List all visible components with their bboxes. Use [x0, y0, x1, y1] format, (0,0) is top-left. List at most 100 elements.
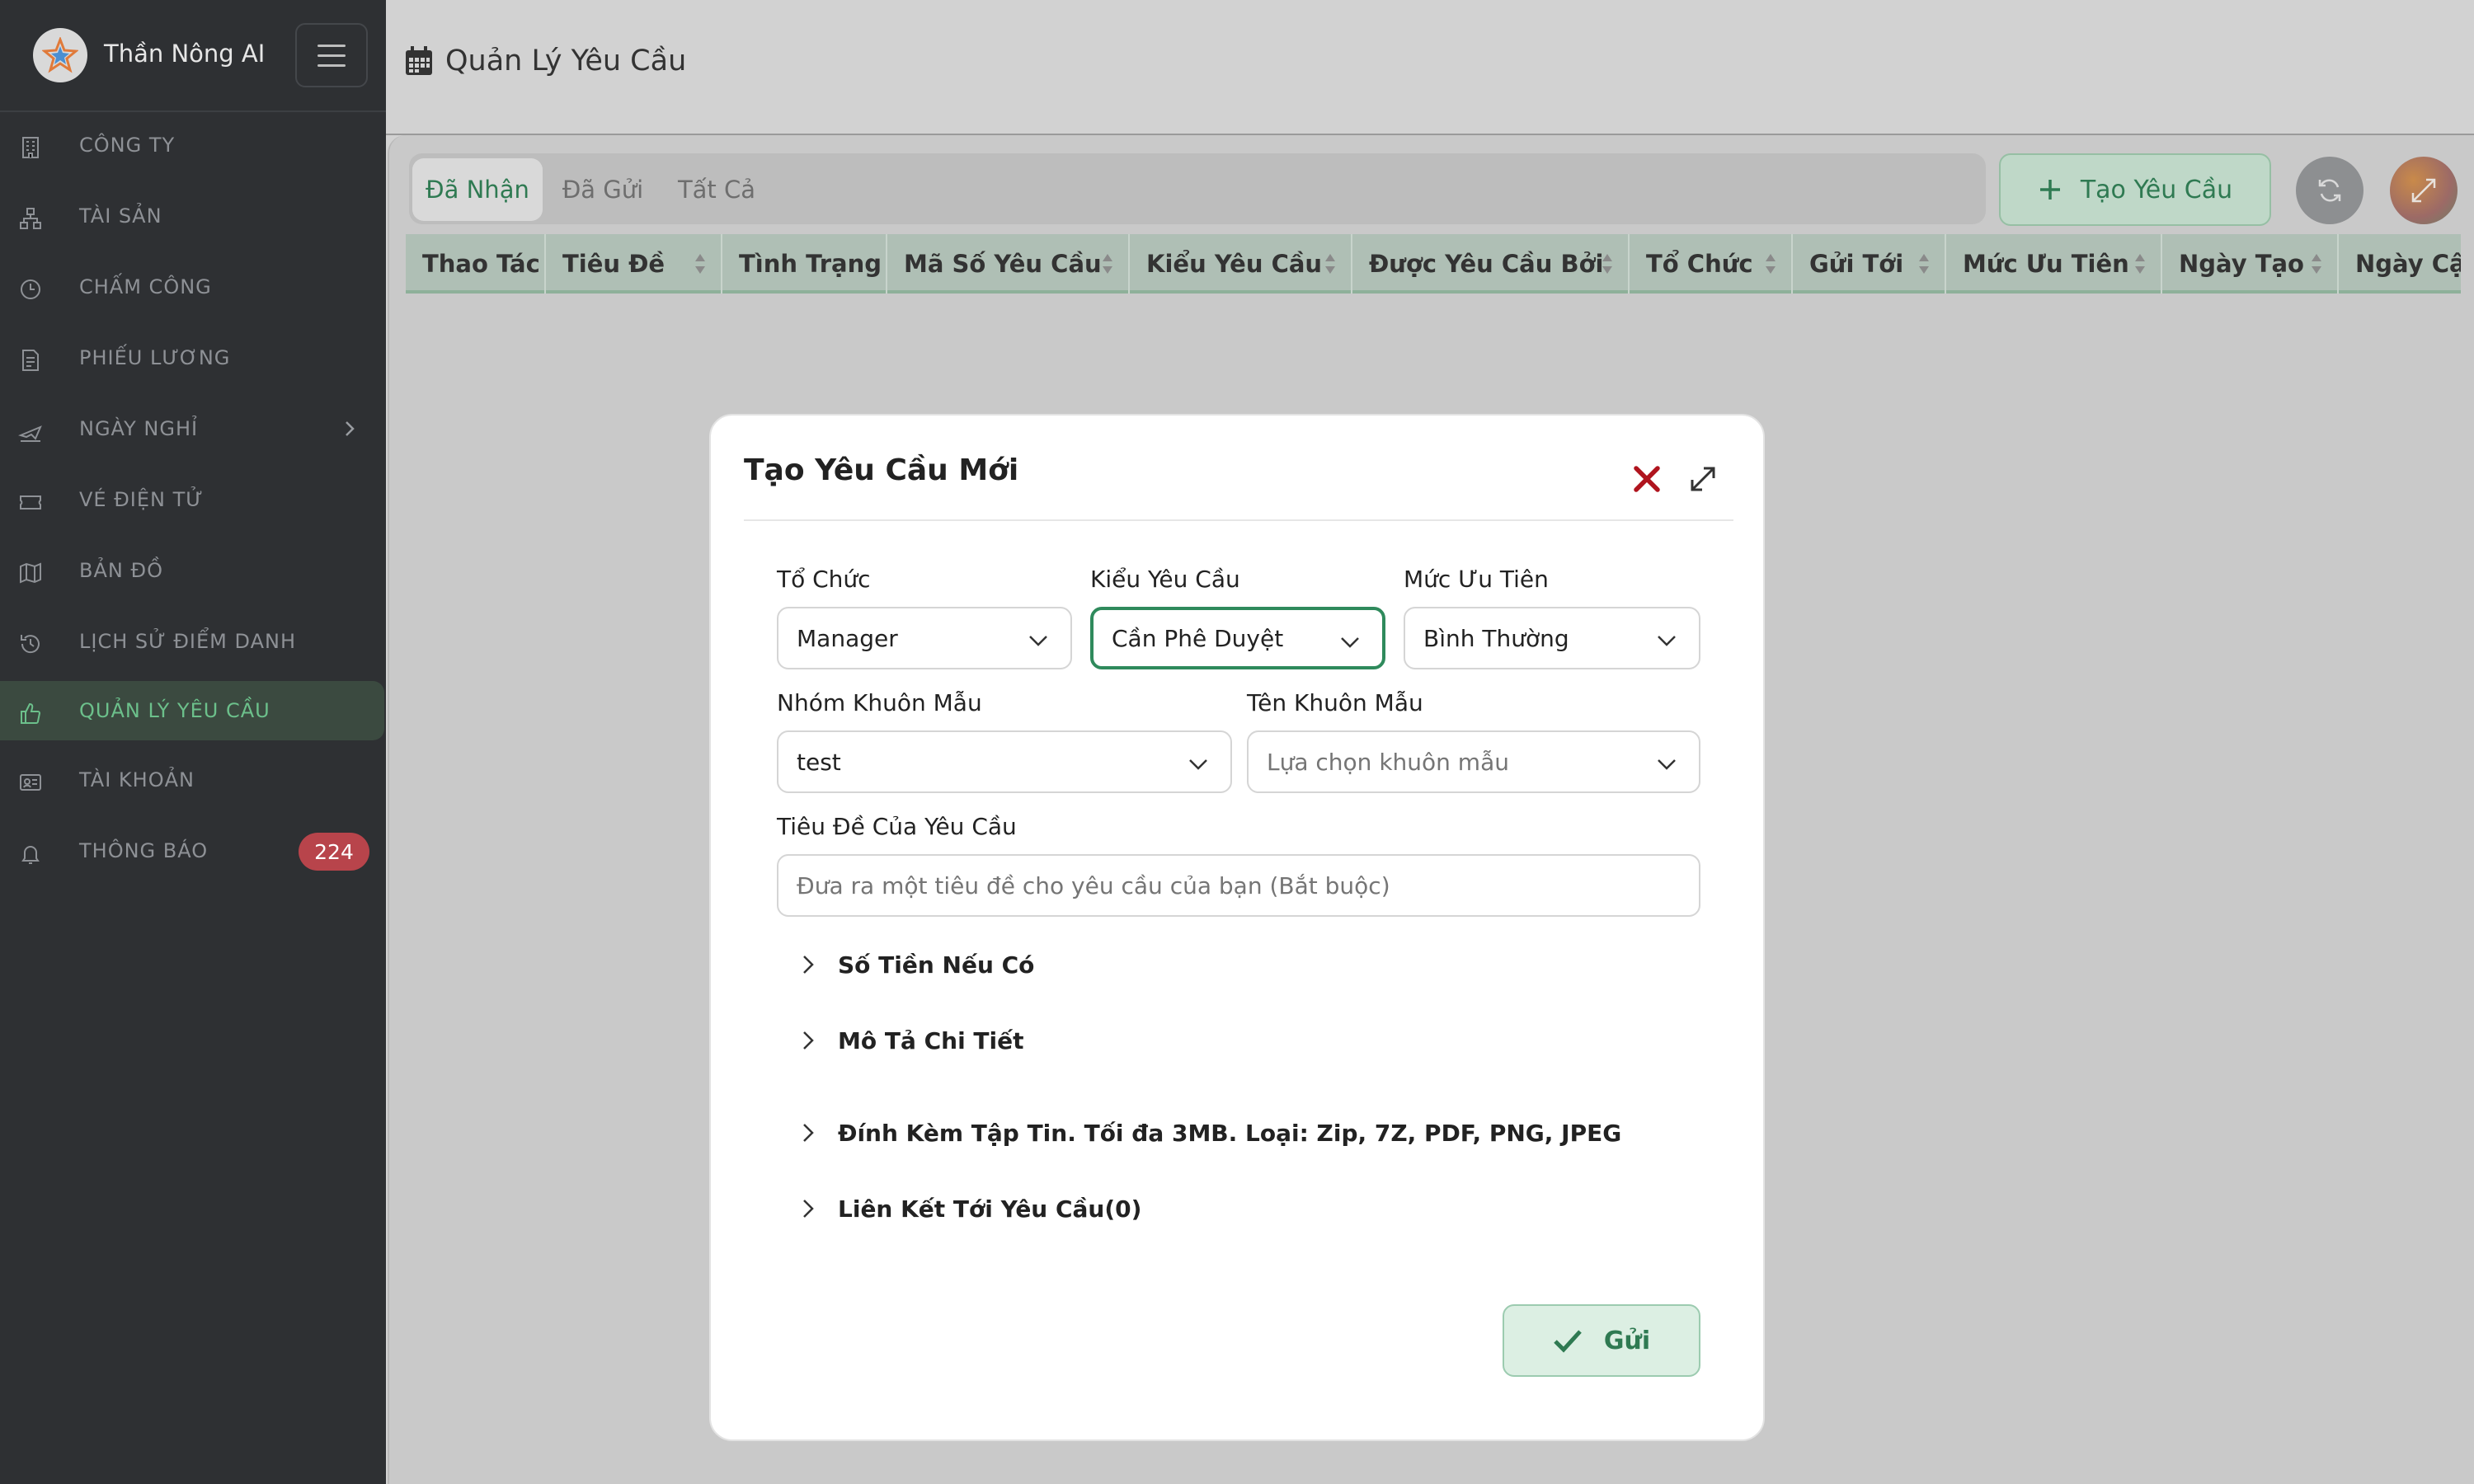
- sidebar-item-assets[interactable]: TÀI SẢN: [0, 186, 386, 246]
- column-requested-by[interactable]: Được Yêu Cầu Bởi: [1352, 234, 1630, 294]
- send-label: Gửi: [1603, 1326, 1651, 1355]
- sidebar-item-timekeeping[interactable]: CHẤM CÔNG: [0, 257, 386, 317]
- column-created-date[interactable]: Ngày Tạo: [2162, 234, 2339, 294]
- sidebar-item-map[interactable]: BẢN ĐỒ: [0, 541, 386, 600]
- organization-select[interactable]: Manager: [777, 607, 1072, 669]
- clock-icon: [21, 279, 40, 299]
- close-icon[interactable]: [1626, 458, 1667, 500]
- refresh-icon: [2318, 179, 2341, 202]
- template-group-select[interactable]: test: [777, 730, 1232, 793]
- tab-received[interactable]: Đã Nhận: [412, 158, 543, 221]
- sidebar-item-label: PHIẾU LƯƠNG: [79, 346, 231, 369]
- menu-toggle-button[interactable]: [295, 23, 368, 87]
- section-attachments[interactable]: Đính Kèm Tập Tin. Tối đa 3MB. Loại: Zip,…: [800, 1115, 1621, 1151]
- sidebar-item-attendance-history[interactable]: LỊCH SỬ ĐIỂM DANH: [0, 612, 386, 671]
- sidebar-item-label: VÉ ĐIỆN TỬ: [79, 488, 204, 511]
- create-request-modal: Tạo Yêu Cầu Mới Tổ Chức Manager Kiểu Yêu…: [709, 414, 1765, 1441]
- section-linked-requests[interactable]: Liên Kết Tới Yêu Cầu(0): [800, 1190, 1141, 1227]
- refresh-button[interactable]: [2296, 157, 2363, 224]
- page-header: Quản Lý Yêu Cầu: [404, 45, 686, 77]
- subject-label: Tiêu Đề Của Yêu Cầu: [777, 813, 1017, 840]
- sort-icon: [1325, 254, 1335, 274]
- sort-icon: [2135, 254, 2145, 274]
- sidebar-item-label: NGÀY NGHỈ: [79, 417, 199, 440]
- column-status[interactable]: Tình Trạng: [722, 234, 887, 294]
- section-amount-label: Số Tiền Nếu Có: [838, 951, 1035, 979]
- column-title[interactable]: Tiêu Đề: [546, 234, 722, 294]
- plus-icon: [2039, 180, 2060, 200]
- tab-all[interactable]: Tất Cả: [665, 158, 769, 221]
- create-request-button[interactable]: Tạo Yêu Cầu: [1999, 153, 2271, 226]
- sidebar-item-label: BẢN ĐỒ: [79, 559, 163, 582]
- chevron-down-icon: [1658, 759, 1676, 770]
- sort-icon: [1103, 254, 1112, 274]
- notification-badge: 224: [299, 833, 369, 871]
- column-request-type[interactable]: Kiểu Yêu Cầu: [1130, 234, 1352, 294]
- section-linked-requests-label: Liên Kết Tới Yêu Cầu(0): [838, 1195, 1142, 1223]
- subject-input[interactable]: Đưa ra một tiêu đề cho yêu cầu của bạn (…: [777, 854, 1700, 917]
- sidebar-item-leave[interactable]: NGÀY NGHỈ: [0, 399, 386, 458]
- section-description-label: Mô Tả Chi Tiết: [838, 1026, 1024, 1054]
- expand-icon[interactable]: [1686, 462, 1720, 496]
- chevron-right-icon[interactable]: [340, 419, 360, 439]
- chevron-down-icon: [1189, 759, 1207, 770]
- sidebar: Thần Nông AI CÔNG TY TÀI SẢN CHẤM CÔNG P…: [0, 0, 386, 1484]
- sidebar-item-label: TÀI KHOẢN: [79, 768, 195, 791]
- sort-icon: [695, 254, 705, 274]
- sort-icon: [1602, 254, 1612, 274]
- subject-placeholder: Đưa ra một tiêu đề cho yêu cầu của bạn (…: [797, 871, 1390, 899]
- column-updated-date[interactable]: Ngày Cập: [2339, 234, 2461, 294]
- template-group-value: test: [797, 748, 841, 776]
- bell-icon: [21, 846, 40, 864]
- priority-value: Bình Thường: [1423, 624, 1569, 652]
- sidebar-item-request-management[interactable]: QUẢN LÝ YÊU CẦU: [0, 681, 384, 740]
- organization-label: Tổ Chức: [777, 566, 871, 593]
- template-name-placeholder: Lựa chọn khuôn mẫu: [1267, 748, 1509, 776]
- chevron-right-icon: [803, 1200, 814, 1218]
- chevron-right-icon: [803, 1031, 814, 1050]
- sidebar-item-company[interactable]: CÔNG TY: [0, 115, 386, 175]
- priority-select[interactable]: Bình Thường: [1404, 607, 1700, 669]
- check-icon: [1554, 1330, 1582, 1353]
- sidebar-item-notifications[interactable]: THÔNG BÁO 224: [0, 821, 386, 881]
- sitemap-icon: [20, 208, 41, 229]
- sort-icon: [2312, 254, 2321, 274]
- request-type-label: Kiểu Yêu Cầu: [1090, 566, 1240, 593]
- brand-bar: Thần Nông AI: [0, 0, 386, 112]
- template-group-label: Nhóm Khuôn Mẫu: [777, 689, 982, 716]
- request-type-select[interactable]: Cần Phê Duyệt: [1090, 607, 1385, 669]
- tab-sent[interactable]: Đã Gửi: [553, 158, 653, 221]
- section-amount[interactable]: Số Tiền Nếu Có: [800, 946, 1034, 983]
- sort-icon: [1919, 254, 1929, 274]
- modal-divider: [744, 519, 1733, 521]
- sidebar-item-label: LỊCH SỬ ĐIỂM DANH: [79, 630, 296, 653]
- map-icon: [20, 562, 41, 584]
- column-organization[interactable]: Tổ Chức: [1630, 234, 1793, 294]
- ticket-icon: [20, 495, 41, 510]
- chevron-down-icon: [1029, 636, 1047, 646]
- fullscreen-button[interactable]: [2390, 157, 2458, 224]
- hamburger-icon: [317, 44, 346, 47]
- send-button[interactable]: Gửi: [1503, 1304, 1700, 1377]
- sidebar-item-eticket[interactable]: VÉ ĐIỆN TỬ: [0, 470, 386, 529]
- id-card-icon: [20, 774, 41, 791]
- organization-value: Manager: [797, 624, 898, 652]
- template-name-select[interactable]: Lựa chọn khuôn mẫu: [1247, 730, 1700, 793]
- column-request-id[interactable]: Mã Số Yêu Cầu: [887, 234, 1130, 294]
- priority-label: Mức Ưu Tiên: [1404, 566, 1549, 593]
- modal-title: Tạo Yêu Cầu Mới: [744, 453, 1019, 487]
- brand-logo[interactable]: [33, 28, 87, 82]
- page-title: Quản Lý Yêu Cầu: [445, 45, 687, 77]
- calendar-icon: [406, 46, 432, 75]
- building-icon: [22, 137, 39, 158]
- sidebar-item-payslip[interactable]: PHIẾU LƯƠNG: [0, 328, 386, 387]
- sidebar-item-account[interactable]: TÀI KHOẢN: [0, 750, 386, 810]
- chevron-down-icon: [1658, 636, 1676, 646]
- history-icon: [21, 635, 40, 654]
- table-header: Thao Tác Tiêu Đề Tình Trạng Mã Số Yêu Cầ…: [406, 234, 2461, 294]
- column-sent-to[interactable]: Gửi Tới: [1793, 234, 1946, 294]
- plane-icon: [18, 425, 42, 442]
- column-actions[interactable]: Thao Tác: [406, 234, 546, 294]
- column-priority[interactable]: Mức Ưu Tiên: [1946, 234, 2162, 294]
- section-description[interactable]: Mô Tả Chi Tiết: [800, 1022, 1024, 1059]
